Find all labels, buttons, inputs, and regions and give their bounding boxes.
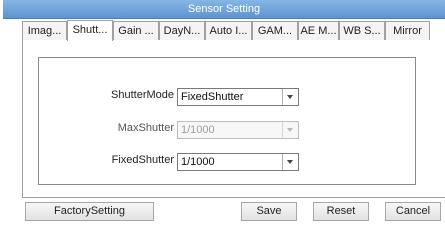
tab-wb-setting[interactable]: WB S... <box>339 21 385 40</box>
chevron-down-icon[interactable] <box>282 154 298 170</box>
tab-shutter[interactable]: Shutt... <box>67 20 113 41</box>
tab-gamma[interactable]: GAM... <box>252 21 298 40</box>
max-shutter-label: MaxShutter <box>117 122 174 134</box>
tab-bar: Imag... Shutt... Gain ... DayN... Auto I… <box>22 20 445 41</box>
fixed-shutter-select[interactable]: 1/1000 <box>177 153 299 171</box>
tab-ae-mode[interactable]: AE M... <box>298 21 339 40</box>
shutter-mode-select[interactable]: FixedShutter <box>177 88 299 106</box>
tab-gain[interactable]: Gain ... <box>113 21 159 40</box>
tab-auto-iris[interactable]: Auto I... <box>205 21 252 40</box>
fixed-shutter-value: 1/1000 <box>181 156 215 168</box>
tab-daynight[interactable]: DayN... <box>159 21 205 40</box>
chevron-down-icon <box>282 122 298 138</box>
max-shutter-value: 1/1000 <box>181 124 215 136</box>
tab-mirror[interactable]: Mirror <box>385 21 430 40</box>
chevron-down-icon[interactable] <box>282 89 298 105</box>
cancel-button[interactable]: Cancel <box>385 202 441 221</box>
shutter-mode-label: ShutterMode <box>111 89 174 101</box>
reset-button[interactable]: Reset <box>313 202 369 221</box>
factory-setting-button[interactable]: FactorySetting <box>25 202 154 221</box>
fixed-shutter-label: FixedShutter <box>111 154 174 166</box>
max-shutter-select: 1/1000 <box>177 121 299 139</box>
window-title: Sensor Setting <box>3 0 445 19</box>
save-button[interactable]: Save <box>241 202 297 221</box>
sensor-setting-window: Sensor Setting Imag... Shutt... Gain ...… <box>0 0 445 242</box>
tab-image[interactable]: Imag... <box>22 21 67 40</box>
shutter-mode-value: FixedShutter <box>181 91 244 103</box>
